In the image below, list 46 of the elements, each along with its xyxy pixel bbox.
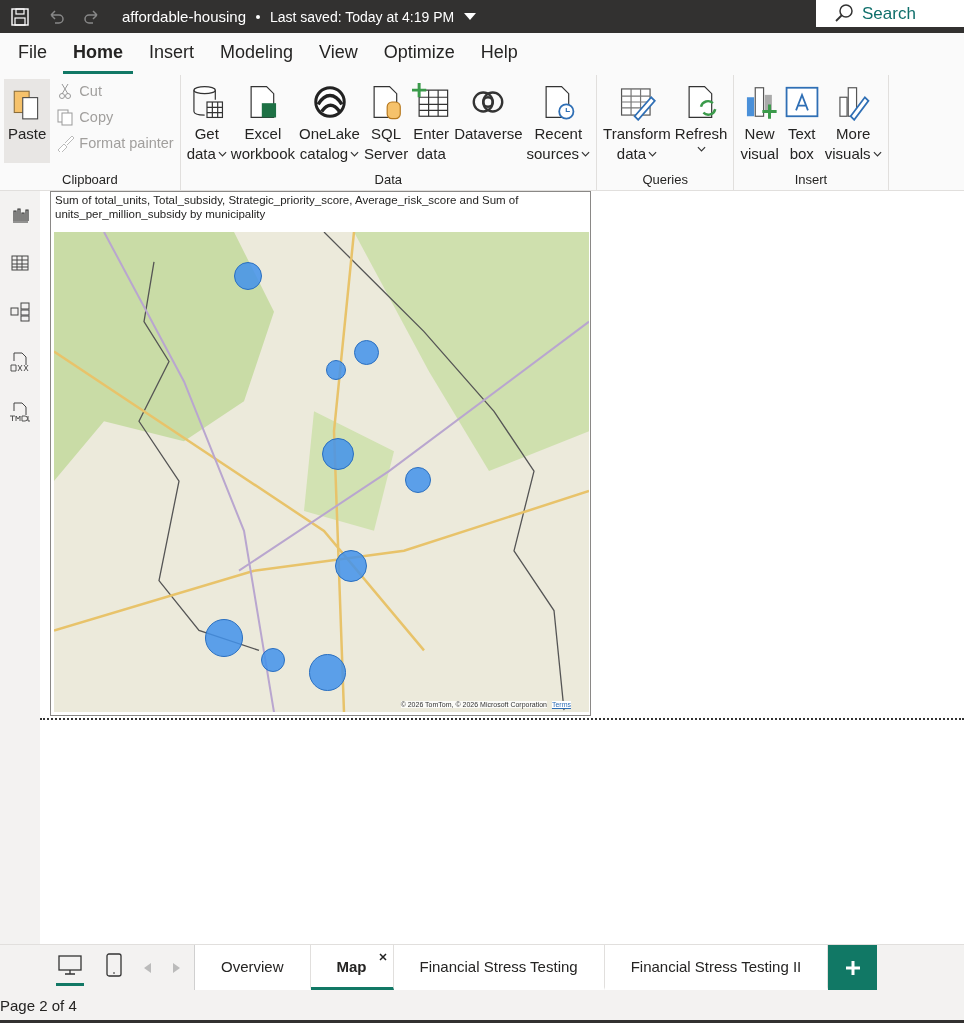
plus-icon (845, 960, 860, 975)
page-tab[interactable]: Map (310, 945, 394, 990)
separator-dot-icon (256, 14, 260, 19)
ribbon-button[interactable]: Text box (780, 79, 823, 172)
ribbon-tab[interactable]: Help (470, 34, 528, 74)
ribbon-button[interactable]: Enter data (410, 79, 453, 172)
ribbon-tab[interactable]: Insert (139, 34, 205, 74)
group-label: Insert (793, 172, 829, 189)
save-status: Last saved: Today at 4:19 PM (270, 8, 455, 25)
monitor-icon (58, 953, 82, 976)
phone-icon (106, 952, 122, 977)
group-label: Data (373, 172, 404, 189)
ribbon-tab[interactable]: Optimize (373, 34, 465, 74)
ribbon-button[interactable]: Transform data (601, 79, 673, 172)
tmdl-file-icon[interactable] (9, 401, 31, 423)
table-icon[interactable] (10, 253, 30, 273)
ribbon-button[interactable]: New visual (738, 79, 781, 172)
ribbon-button[interactable]: Excel workbook (228, 79, 298, 172)
ribbon-button[interactable]: Get data (184, 79, 229, 172)
ribbon-tab[interactable]: Modeling (210, 34, 304, 74)
ribbon-tab[interactable]: File (8, 34, 57, 74)
page-tab[interactable]: Financial Stress Testing II (604, 945, 829, 990)
add-page-button[interactable] (828, 945, 878, 990)
close-icon[interactable] (378, 953, 387, 961)
file-name: affordable-housing (122, 8, 246, 25)
ribbon-tab[interactable]: View (309, 34, 368, 74)
ribbon-button[interactable]: OneLake catalog (297, 79, 362, 172)
ribbon-button[interactable]: Dataverse (452, 79, 525, 172)
caret-icon[interactable] (464, 12, 477, 21)
search-field[interactable]: Search (816, 0, 964, 27)
model-icon[interactable] (9, 301, 31, 323)
ribbon-button[interactable]: Refresh (672, 79, 730, 172)
search-icon (834, 3, 854, 23)
visual-title: Sum of total_units, Total_subsidy, Strategic_priority_score, Average_risk_score and Sum of units_per_million_subsidy by municipality (54, 193, 520, 222)
page-tab[interactable]: Overview (195, 945, 311, 990)
tool-icon (56, 134, 75, 152)
save-icon[interactable] (10, 6, 30, 27)
group-label: Queries (641, 172, 689, 189)
page-indicator: Page 2 of 4 (0, 996, 77, 1014)
tool-icon (56, 108, 75, 126)
ribbon-button[interactable]: More visuals (822, 79, 884, 172)
group-label: Clipboard (61, 172, 119, 189)
ribbon-button[interactable]: SQL Server (361, 79, 411, 172)
page-tab[interactable]: Financial Stress Testing (393, 945, 605, 990)
ribbon-button[interactable]: Paste (4, 79, 51, 163)
ribbon-button[interactable]: Recent sources (524, 79, 593, 172)
